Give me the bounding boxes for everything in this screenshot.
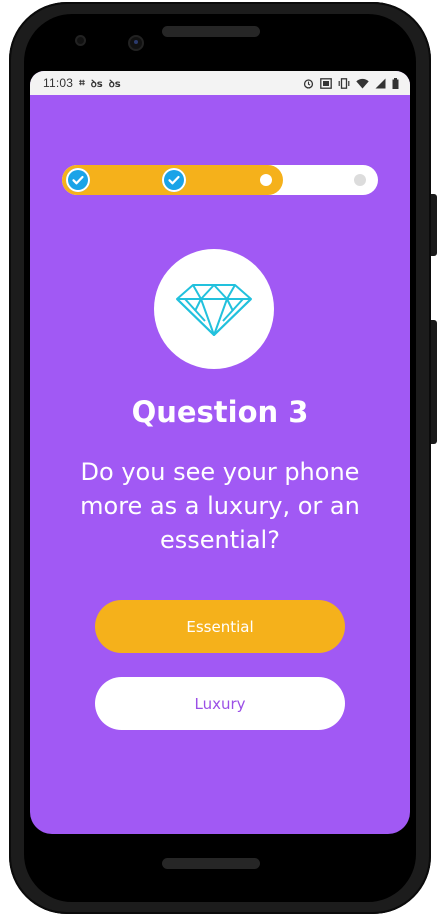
alarm-icon (303, 78, 314, 89)
question-title: Question 3 (131, 395, 309, 429)
progress-bar (62, 165, 378, 195)
power-button (431, 194, 437, 256)
step-1-check-icon (66, 168, 90, 192)
essential-button[interactable]: Essential (95, 600, 345, 653)
wifi-icon (356, 78, 369, 88)
earpiece-speaker (162, 26, 260, 37)
status-bar: 11:03 ⌗ ꝺs ꝺs (30, 71, 410, 95)
luxury-button[interactable]: Luxury (95, 677, 345, 730)
step-3-current-dot (260, 174, 272, 186)
battery-icon (392, 77, 399, 89)
notification-icon: ⌗ (79, 77, 85, 89)
status-time: 11:03 (43, 76, 74, 90)
signal-icon (375, 78, 386, 88)
sensor (77, 37, 84, 44)
cast-icon (320, 77, 332, 89)
step-2-check-icon (162, 168, 186, 192)
app-screen: 11:03 ⌗ ꝺs ꝺs Question 3 Do you see your… (30, 71, 410, 834)
volume-button (431, 320, 437, 444)
vibrate-icon (338, 77, 350, 89)
app-icon: ꝺs (90, 79, 103, 90)
question-text: Do you see your phone more as a luxury, … (80, 458, 360, 554)
bottom-speaker (162, 858, 260, 869)
front-camera (130, 37, 142, 49)
step-4-pending-dot (354, 174, 366, 186)
diamond-icon (176, 284, 252, 336)
app-icon: ꝺs (108, 79, 121, 90)
question-icon-badge (154, 249, 274, 369)
